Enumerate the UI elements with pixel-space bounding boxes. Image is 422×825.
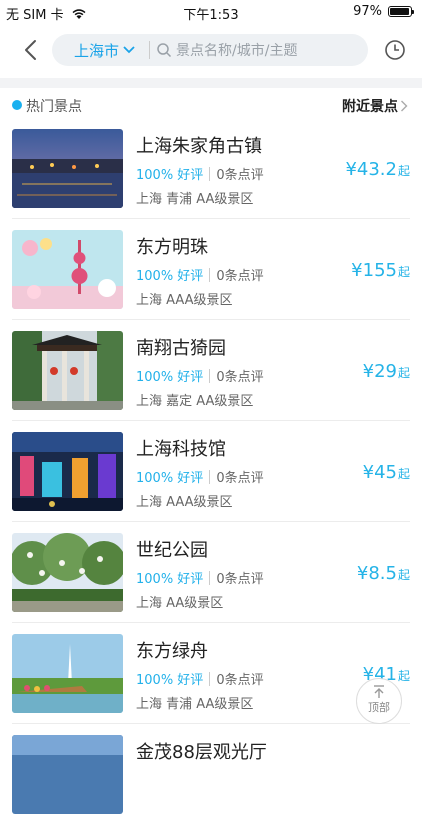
review-count: 0条点评 xyxy=(216,572,264,587)
price-unit: 起 xyxy=(397,164,410,178)
nearby-label: 附近景点 xyxy=(342,99,398,115)
price: ¥43.2 起 xyxy=(345,159,410,180)
rating-row: 100% 好评 0条点评 xyxy=(136,669,264,688)
attraction-name: 金茂88层观光厅 xyxy=(136,742,267,763)
good-rate: 100% 好评 xyxy=(136,572,204,587)
attraction-image xyxy=(12,634,123,713)
price-unit: 起 xyxy=(397,366,410,380)
list-item[interactable]: 南翔古猗园 100% 好评 0条点评 上海 嘉定 AA级景区 ¥29 起 xyxy=(0,320,422,421)
list-item[interactable]: 金茂88层观光厅 xyxy=(0,724,422,825)
good-rate: 100% 好评 xyxy=(136,673,204,688)
price-value: ¥8.5 xyxy=(356,563,397,584)
list-item[interactable]: 上海科技馆 100% 好评 0条点评 上海 AAA级景区 ¥45 起 xyxy=(0,421,422,522)
rating-row: 100% 好评 0条点评 xyxy=(136,366,264,385)
rating-divider xyxy=(209,469,211,484)
good-rate: 100% 好评 xyxy=(136,168,204,183)
attraction-location: 上海 AAA级景区 xyxy=(136,495,233,510)
good-rate: 100% 好评 xyxy=(136,370,204,385)
price-unit: 起 xyxy=(397,467,410,481)
attraction-name: 世纪公园 xyxy=(136,540,208,561)
price: ¥29 起 xyxy=(363,361,410,382)
attraction-location: 上海 青浦 AA级景区 xyxy=(136,192,254,207)
status-bar: 无 SIM 卡 下午1:53 97% xyxy=(0,0,422,23)
list-item[interactable]: 上海朱家角古镇 100% 好评 0条点评 上海 青浦 AA级景区 ¥43.2 起 xyxy=(0,118,422,219)
price: ¥8.5 起 xyxy=(357,563,410,584)
attraction-image xyxy=(12,533,123,612)
price-value: ¥155 xyxy=(351,260,397,281)
rating-divider xyxy=(209,267,211,282)
list-item[interactable]: 世纪公园 100% 好评 0条点评 上海 AA级景区 ¥8.5 起 xyxy=(0,522,422,623)
back-to-top-button[interactable]: 顶部 xyxy=(356,678,402,724)
attraction-name: 上海朱家角古镇 xyxy=(136,136,262,157)
attraction-image xyxy=(12,432,123,511)
rating-row: 100% 好评 0条点评 xyxy=(136,164,264,183)
rating-divider xyxy=(209,671,211,686)
attraction-location: 上海 AA级景区 xyxy=(136,596,224,611)
review-count: 0条点评 xyxy=(216,269,264,284)
section-dot-icon xyxy=(12,100,22,110)
price-value: ¥29 xyxy=(362,361,397,382)
search-input[interactable]: 景点名称/城市/主题 xyxy=(176,40,297,60)
price-unit: 起 xyxy=(397,568,410,582)
rating-divider xyxy=(209,570,211,585)
price-unit: 起 xyxy=(397,265,410,279)
battery-area: 97% xyxy=(353,4,414,19)
attraction-list: 上海朱家角古镇 100% 好评 0条点评 上海 青浦 AA级景区 ¥43.2 起… xyxy=(0,118,422,825)
review-count: 0条点评 xyxy=(216,168,264,183)
rating-divider xyxy=(209,368,211,383)
back-to-top-label: 顶部 xyxy=(368,701,390,714)
attraction-location: 上海 AAA级景区 xyxy=(136,293,233,308)
attraction-location: 上海 青浦 AA级景区 xyxy=(136,697,254,712)
attraction-image xyxy=(12,230,123,309)
section-header: 热门景点 附近景点 xyxy=(0,90,422,118)
review-count: 0条点评 xyxy=(216,370,264,385)
rating-row: 100% 好评 0条点评 xyxy=(136,568,264,587)
price: ¥155 起 xyxy=(351,260,410,281)
attraction-name: 南翔古猗园 xyxy=(136,338,226,359)
attraction-image xyxy=(12,735,123,814)
rating-row: 100% 好评 0条点评 xyxy=(136,467,264,486)
good-rate: 100% 好评 xyxy=(136,471,204,486)
good-rate: 100% 好评 xyxy=(136,269,204,284)
nav-bar: 上海市 景点名称/城市/主题 xyxy=(0,28,422,72)
city-label: 上海市 xyxy=(74,41,120,60)
attraction-image xyxy=(12,331,123,410)
battery-icon xyxy=(388,6,414,17)
section-title: 热门景点 xyxy=(26,99,82,115)
price-unit: 起 xyxy=(397,669,410,683)
chevron-right-icon xyxy=(401,100,408,112)
search-divider xyxy=(149,41,151,59)
nearby-link[interactable]: 附近景点 xyxy=(342,96,408,116)
attraction-name: 东方明珠 xyxy=(136,237,208,258)
arrow-up-icon xyxy=(374,685,384,698)
search-bar[interactable]: 上海市 景点名称/城市/主题 xyxy=(52,34,368,66)
search-icon xyxy=(157,43,172,58)
attraction-location: 上海 嘉定 AA级景区 xyxy=(136,394,254,409)
back-arrow-icon[interactable] xyxy=(20,38,44,62)
list-item[interactable]: 东方明珠 100% 好评 0条点评 上海 AAA级景区 ¥155 起 xyxy=(0,219,422,320)
review-count: 0条点评 xyxy=(216,471,264,486)
city-selector[interactable]: 上海市 xyxy=(74,40,135,61)
chevron-down-icon xyxy=(123,46,135,54)
price: ¥45 起 xyxy=(363,462,410,483)
attraction-name: 上海科技馆 xyxy=(136,439,226,460)
battery-percent: 97% xyxy=(353,4,382,19)
attraction-image xyxy=(12,129,123,208)
attraction-name: 东方绿舟 xyxy=(136,641,208,662)
rating-divider xyxy=(209,166,211,181)
price-value: ¥45 xyxy=(362,462,397,483)
review-count: 0条点评 xyxy=(216,673,264,688)
rating-row: 100% 好评 0条点评 xyxy=(136,265,264,284)
section-gap xyxy=(0,78,422,88)
price-value: ¥43.2 xyxy=(345,159,397,180)
clock-icon[interactable] xyxy=(384,39,406,61)
